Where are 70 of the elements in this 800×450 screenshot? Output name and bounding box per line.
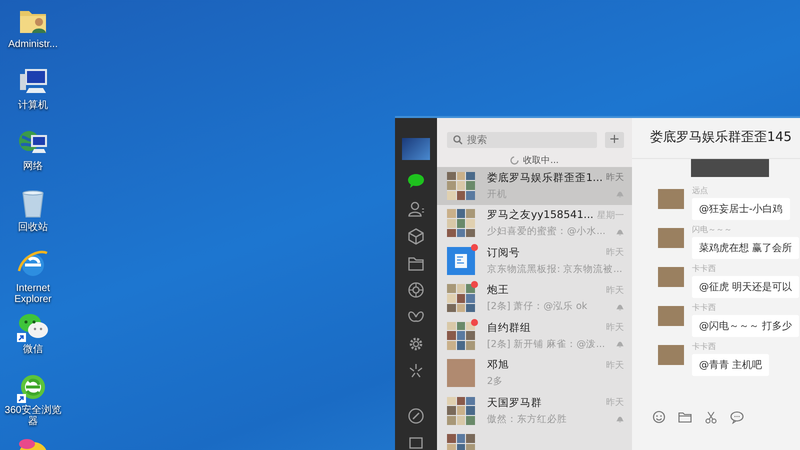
message-bubble: @青青 主机吧 [692, 354, 770, 376]
avatar-photo-placeholder [658, 345, 684, 365]
sync-status: 收取中... [523, 154, 559, 167]
document-avatar-icon [447, 246, 475, 275]
chat-time: 昨天 [606, 246, 624, 260]
settings-icon[interactable] [407, 335, 425, 353]
aperture-icon[interactable] [407, 281, 425, 299]
message-preview: 少妇喜爱的蜜蜜：@小水... [487, 225, 606, 238]
avatar-photo-placeholder [658, 306, 684, 326]
photo-placeholder [447, 359, 475, 388]
icon-label[interactable]: 网络 [0, 161, 66, 172]
add-button[interactable]: + [605, 132, 624, 148]
loading-spinner-icon [510, 156, 520, 165]
folder-icon[interactable] [678, 410, 692, 424]
chat-list-item[interactable]: 天国罗马群 昨天 傲然：东方红必胜 [437, 392, 632, 430]
chat-name: 罗马之友yy158541... [487, 208, 594, 222]
message-preview: [2条] 新开铺 麻雀：@泼... [487, 338, 606, 351]
message-bubble: 菜鸡虎在想 赢了会所 [692, 237, 800, 259]
chat-name: 天国罗马群 [487, 396, 542, 410]
chat-time: 昨天 [606, 360, 624, 372]
chat-list-item[interactable]: 订阅号 昨天 京东物流黑板报: 京东物流被... [437, 242, 632, 280]
icon-label[interactable]: 360安全浏览器 [0, 405, 66, 427]
message-preview: 傲然：东方红必胜 [487, 412, 567, 426]
chat-bubble-icon[interactable] [730, 410, 744, 424]
chat-time: 昨天 [606, 322, 624, 334]
message-preview: 京东物流黑板报: 京东物流被... [487, 262, 622, 276]
message-preview: [2条] 萧仔：@泓乐 ok [487, 300, 588, 314]
sender-name: 卡卡西 [692, 264, 717, 274]
scissors-icon[interactable] [704, 410, 718, 424]
search-field[interactable]: 搜索 [447, 132, 597, 148]
group-avatar [447, 172, 475, 200]
chat-time: 昨天 [606, 284, 624, 297]
chat-time: 昨天 [606, 396, 624, 410]
icon-label[interactable]: 回收站 [0, 222, 66, 233]
group-avatar [447, 322, 475, 350]
chat-name: 炮王 [487, 283, 509, 298]
icon-label[interactable]: Internet Explorer [0, 283, 66, 305]
person-icon[interactable] [407, 200, 425, 218]
icon-label[interactable]: 微信 [0, 344, 66, 355]
chat-name: 邓旭 [487, 358, 509, 372]
chat-name: 娄底罗马娱乐群歪歪1... [487, 170, 603, 185]
message-bubble: @闪电～～～ 打多少 [692, 315, 800, 337]
message-bubble: @狂妄居士-小白鸡 [692, 198, 790, 220]
chat-bubble-icon[interactable] [407, 173, 425, 191]
cube-icon[interactable] [407, 227, 425, 245]
message-preview: 2多 [487, 375, 504, 388]
chat-name: 自约群组 [487, 320, 531, 335]
emoji-icon[interactable] [652, 410, 666, 424]
group-avatar [447, 396, 475, 425]
search-icon [453, 135, 463, 145]
icon-label[interactable]: Administr... [0, 39, 66, 50]
sender-name: 卡卡西 [692, 342, 717, 352]
chat-list-item[interactable]: 自约群组 昨天 [2条] 新开铺 麻雀：@泼... [437, 317, 632, 354]
sender-name: 远点 [692, 186, 709, 196]
profile-photo-placeholder[interactable] [402, 138, 430, 160]
avatar-photo-placeholder [658, 267, 684, 287]
sender-name: 卡卡西 [692, 303, 717, 313]
sparkle-icon[interactable] [407, 362, 425, 380]
avatar-photo-placeholder [658, 228, 684, 248]
link-icon[interactable] [407, 407, 425, 425]
icon-label[interactable]: 计算机 [0, 100, 66, 111]
group-avatar [447, 284, 475, 312]
sender-name: 闪电～～～ [692, 225, 733, 235]
chat-list-item[interactable]: 邓旭 昨天 2多 [437, 354, 632, 392]
group-avatar [447, 209, 475, 238]
avatar-photo-placeholder [658, 189, 684, 209]
message-bubble: @征虎 明天还是可以 [692, 276, 800, 298]
chat-time: 昨天 [606, 172, 624, 184]
chat-name: 订阅号 [487, 246, 520, 260]
chat-list-item[interactable]: 炮王 昨天 [2条] 萧仔：@泓乐 ok [437, 280, 632, 317]
